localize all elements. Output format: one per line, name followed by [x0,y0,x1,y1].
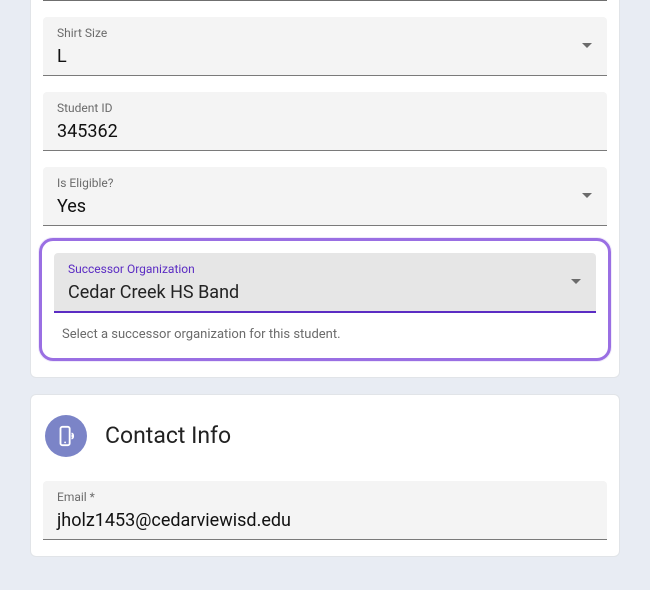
contact-info-card: Contact Info Email * jholz1453@cedarview… [30,394,620,557]
email-field[interactable]: Email * jholz1453@cedarviewisd.edu [43,481,607,540]
email-label: Email * [57,489,593,506]
chevron-down-icon [581,192,593,200]
shirt-size-select[interactable]: Shirt Size L [43,17,607,76]
successor-org-select[interactable]: Successor Organization Cedar Creek HS Ba… [54,253,596,313]
successor-org-highlight: Successor Organization Cedar Creek HS Ba… [39,238,611,361]
divider [43,0,607,1]
successor-org-help: Select a successor organization for this… [54,313,596,346]
contact-info-header: Contact Info [43,411,607,465]
shirt-size-label: Shirt Size [57,25,593,42]
student-details-card: Shirt Size L Student ID 345362 Is Eligib… [30,0,620,378]
is-eligible-select[interactable]: Is Eligible? Yes [43,167,607,226]
is-eligible-value: Yes [57,192,593,219]
is-eligible-label: Is Eligible? [57,175,593,192]
contact-info-title: Contact Info [105,422,231,449]
chevron-down-icon [570,278,582,286]
email-value: jholz1453@cedarviewisd.edu [57,506,593,533]
successor-org-value: Cedar Creek HS Band [68,278,582,305]
page: Shirt Size L Student ID 345362 Is Eligib… [0,0,650,557]
phone-icon [45,415,87,457]
shirt-size-value: L [57,42,593,69]
student-id-label: Student ID [57,100,593,117]
student-id-value: 345362 [57,117,593,144]
student-id-field[interactable]: Student ID 345362 [43,92,607,151]
chevron-down-icon [581,42,593,50]
successor-org-label: Successor Organization [68,261,582,278]
